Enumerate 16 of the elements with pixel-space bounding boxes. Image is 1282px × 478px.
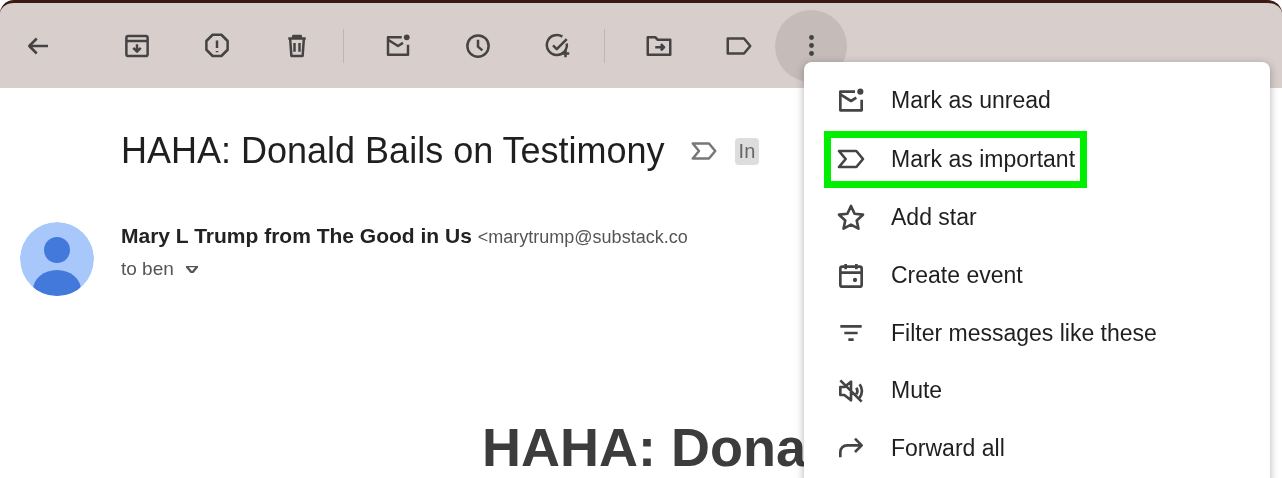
menu-item[interactable]: Mark as important — [824, 130, 1088, 189]
inbox-label[interactable]: In — [734, 137, 760, 165]
email-subject: HAHA: Donald Bails on Testimony — [121, 130, 665, 172]
menu-item[interactable]: Create event — [804, 246, 1023, 305]
caret-icon — [185, 265, 198, 273]
menu-item[interactable]: Mute — [804, 361, 943, 420]
menu-item[interactable]: Mark as unread — [804, 72, 1051, 130]
sender-name: Mary L Trump from The Good in Us — [121, 224, 472, 248]
menu-item[interactable]: Filter messages like these — [804, 304, 1157, 362]
menu-item[interactable]: Forward all — [804, 419, 1005, 478]
more-vertical-icon — [808, 35, 814, 56]
sender-email: <marytrump@substack.co — [477, 227, 688, 248]
email-headline: HAHA: Dona — [482, 420, 806, 474]
avatar-icon — [20, 222, 94, 296]
recipient-dropdown[interactable]: to ben — [121, 258, 688, 280]
menu-item[interactable]: Add star — [804, 189, 977, 247]
